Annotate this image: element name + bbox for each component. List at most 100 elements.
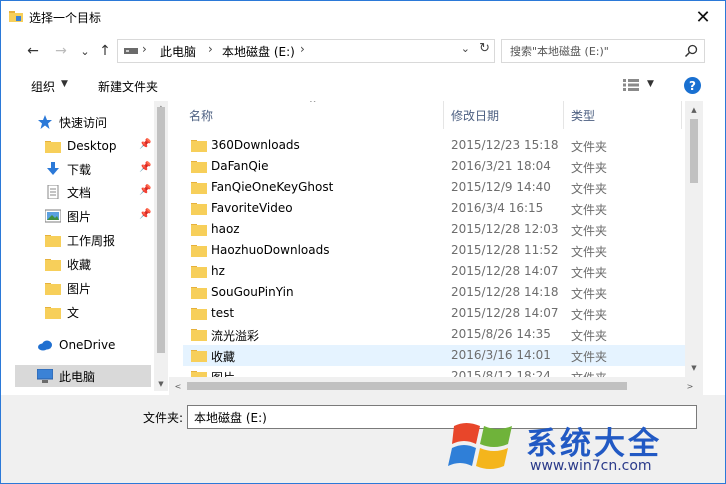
folder-icon <box>191 203 207 215</box>
file-type: 文件夹 <box>571 369 607 377</box>
table-row[interactable]: hz 2015/12/28 14:07 文件夹 <box>183 261 697 282</box>
sidebar-item-downloads[interactable]: 下载 <box>45 158 91 180</box>
drive-icon <box>124 48 138 54</box>
vertical-scroll-thumb[interactable] <box>690 119 698 183</box>
help-button[interactable]: ? <box>684 77 701 94</box>
address-bar[interactable]: › 此电脑 › 本地磁盘 (E:) › ⌄ ↻ <box>117 39 495 63</box>
window-title: 选择一个目标 <box>29 11 102 25</box>
star-icon <box>38 115 52 129</box>
column-header-name[interactable]: 名称 <box>189 101 213 129</box>
pin-icon[interactable]: 📌 <box>139 209 151 220</box>
table-row[interactable]: DaFanQie 2016/3/21 18:04 文件夹 <box>183 156 697 177</box>
column-header-date[interactable]: 修改日期 <box>451 101 499 129</box>
pin-icon[interactable]: 📌 <box>139 162 151 173</box>
search-box[interactable] <box>501 39 705 63</box>
scroll-up-arrow[interactable]: ▲ <box>687 103 701 117</box>
file-type: 文件夹 <box>571 140 608 154</box>
new-folder-button[interactable]: 新建文件夹 <box>98 78 158 95</box>
sidebar-item-label: 工作周报 <box>67 233 116 248</box>
file-date: 2015/12/28 12:03 <box>451 222 559 236</box>
file-list-horizontal-scrollbar[interactable]: < > <box>169 377 703 395</box>
file-name: haoz <box>211 222 240 236</box>
sidebar-item-desktop[interactable]: Desktop <box>45 135 117 157</box>
column-divider[interactable] <box>443 101 444 129</box>
sidebar-scroll-thumb[interactable] <box>157 107 165 353</box>
file-name: DaFanQie <box>211 159 269 173</box>
table-row[interactable]: HaozhuoDownloads 2015/12/28 11:52 文件夹 <box>183 240 697 261</box>
file-type: 文件夹 <box>571 182 608 196</box>
sidebar-item-onedrive[interactable]: OneDrive <box>37 334 115 356</box>
sidebar-item-label: Desktop <box>67 139 117 153</box>
sort-ascending-icon: ^ <box>309 101 317 109</box>
file-name: FavoriteVideo <box>211 201 293 215</box>
breadcrumb-this-pc[interactable]: 此电脑 <box>160 43 196 60</box>
sidebar-item-pictures-folder[interactable]: 图片 <box>45 277 91 299</box>
pin-icon[interactable]: 📌 <box>139 185 151 196</box>
file-name: hz <box>211 264 225 278</box>
sidebar-scrollbar[interactable]: ▲ ▼ <box>154 101 168 391</box>
table-row[interactable]: 图片 2015/8/12 18:24 文件夹 <box>183 366 697 377</box>
cloud-icon <box>38 340 52 351</box>
address-dropdown-button[interactable]: ⌄ <box>461 42 470 55</box>
file-type: 文件夹 <box>571 224 608 238</box>
recent-locations-button[interactable]: ⌄ <box>75 41 95 61</box>
refresh-button[interactable]: ↻ <box>479 41 490 56</box>
organize-button[interactable]: 组织 <box>31 78 55 95</box>
column-divider[interactable] <box>563 101 564 129</box>
column-header-type[interactable]: 类型 <box>571 101 595 129</box>
sidebar-item-label: 此电脑 <box>59 369 96 384</box>
sidebar-item-quick-access[interactable]: 快速访问 <box>37 111 107 133</box>
organize-dropdown-icon[interactable]: ▼ <box>61 79 68 89</box>
pin-icon[interactable]: 📌 <box>139 139 151 150</box>
close-button[interactable]: ✕ <box>681 1 725 33</box>
sidebar-item-weekly-report[interactable]: 工作周报 <box>45 229 115 251</box>
table-row[interactable]: 360Downloads 2015/12/23 15:18 文件夹 <box>183 135 697 156</box>
sidebar-item-label: 图片 <box>67 209 92 224</box>
details-view-icon[interactable] <box>623 79 639 91</box>
column-divider[interactable] <box>681 101 682 129</box>
search-input[interactable] <box>508 42 682 60</box>
sidebar-item-favorites[interactable]: 收藏 <box>45 253 91 275</box>
table-row[interactable]: test 2015/12/28 14:07 文件夹 <box>183 303 697 324</box>
breadcrumb-local-disk[interactable]: 本地磁盘 (E:) <box>222 43 295 60</box>
file-date: 2015/12/28 14:18 <box>451 285 559 299</box>
breadcrumb-separator[interactable]: › <box>300 42 305 56</box>
table-row[interactable]: SouGouPinYin 2015/12/28 14:18 文件夹 <box>183 282 697 303</box>
scroll-right-arrow[interactable]: > <box>683 379 697 393</box>
title-bar: 选择一个目标 ✕ <box>1 1 725 33</box>
file-date: 2015/12/9 14:40 <box>451 180 551 194</box>
folder-icon <box>191 140 207 152</box>
file-name: 收藏 <box>211 350 236 364</box>
sidebar-item-label: 文 <box>67 305 80 320</box>
forward-button[interactable]: → <box>51 41 71 61</box>
folder-icon <box>45 235 61 247</box>
file-list-vertical-scrollbar[interactable]: ▲ ▼ <box>685 101 703 377</box>
back-button[interactable]: ← <box>23 41 43 61</box>
scroll-down-arrow[interactable]: ▼ <box>687 361 701 375</box>
view-options-dropdown-icon[interactable]: ▼ <box>647 79 654 89</box>
sidebar-item-wen[interactable]: 文 <box>45 301 79 323</box>
table-row[interactable]: 流光溢彩 2015/8/26 14:35 文件夹 <box>183 324 697 345</box>
file-date: 2015/12/28 14:07 <box>451 306 559 320</box>
table-row[interactable]: FavoriteVideo 2016/3/4 16:15 文件夹 <box>183 198 697 219</box>
folder-icon <box>45 259 61 271</box>
breadcrumb-separator[interactable]: › <box>142 42 147 56</box>
table-row[interactable]: FanQieOneKeyGhost 2015/12/9 14:40 文件夹 <box>183 177 697 198</box>
file-date: 2016/3/16 14:01 <box>451 348 551 362</box>
folder-icon <box>191 371 207 377</box>
table-row[interactable]: 收藏 2016/3/16 14:01 文件夹 <box>183 345 697 366</box>
file-name: SouGouPinYin <box>211 285 294 299</box>
scroll-down-arrow[interactable]: ▼ <box>154 377 168 391</box>
breadcrumb-separator[interactable]: › <box>208 42 213 56</box>
up-button[interactable]: ↑ <box>95 41 115 61</box>
file-type: 文件夹 <box>571 266 608 280</box>
sidebar-item-label: OneDrive <box>59 338 116 352</box>
scroll-left-arrow[interactable]: < <box>171 379 185 393</box>
sidebar-item-label: 下载 <box>67 162 92 177</box>
sidebar-item-this-pc[interactable]: 此电脑 <box>37 365 95 387</box>
download-arrow-icon <box>47 162 59 175</box>
horizontal-scroll-thumb[interactable] <box>187 382 627 390</box>
table-row[interactable]: haoz 2015/12/28 12:03 文件夹 <box>183 219 697 240</box>
sidebar-item-documents[interactable]: 文档 <box>45 181 91 203</box>
sidebar-item-pictures[interactable]: 图片 <box>45 205 91 227</box>
